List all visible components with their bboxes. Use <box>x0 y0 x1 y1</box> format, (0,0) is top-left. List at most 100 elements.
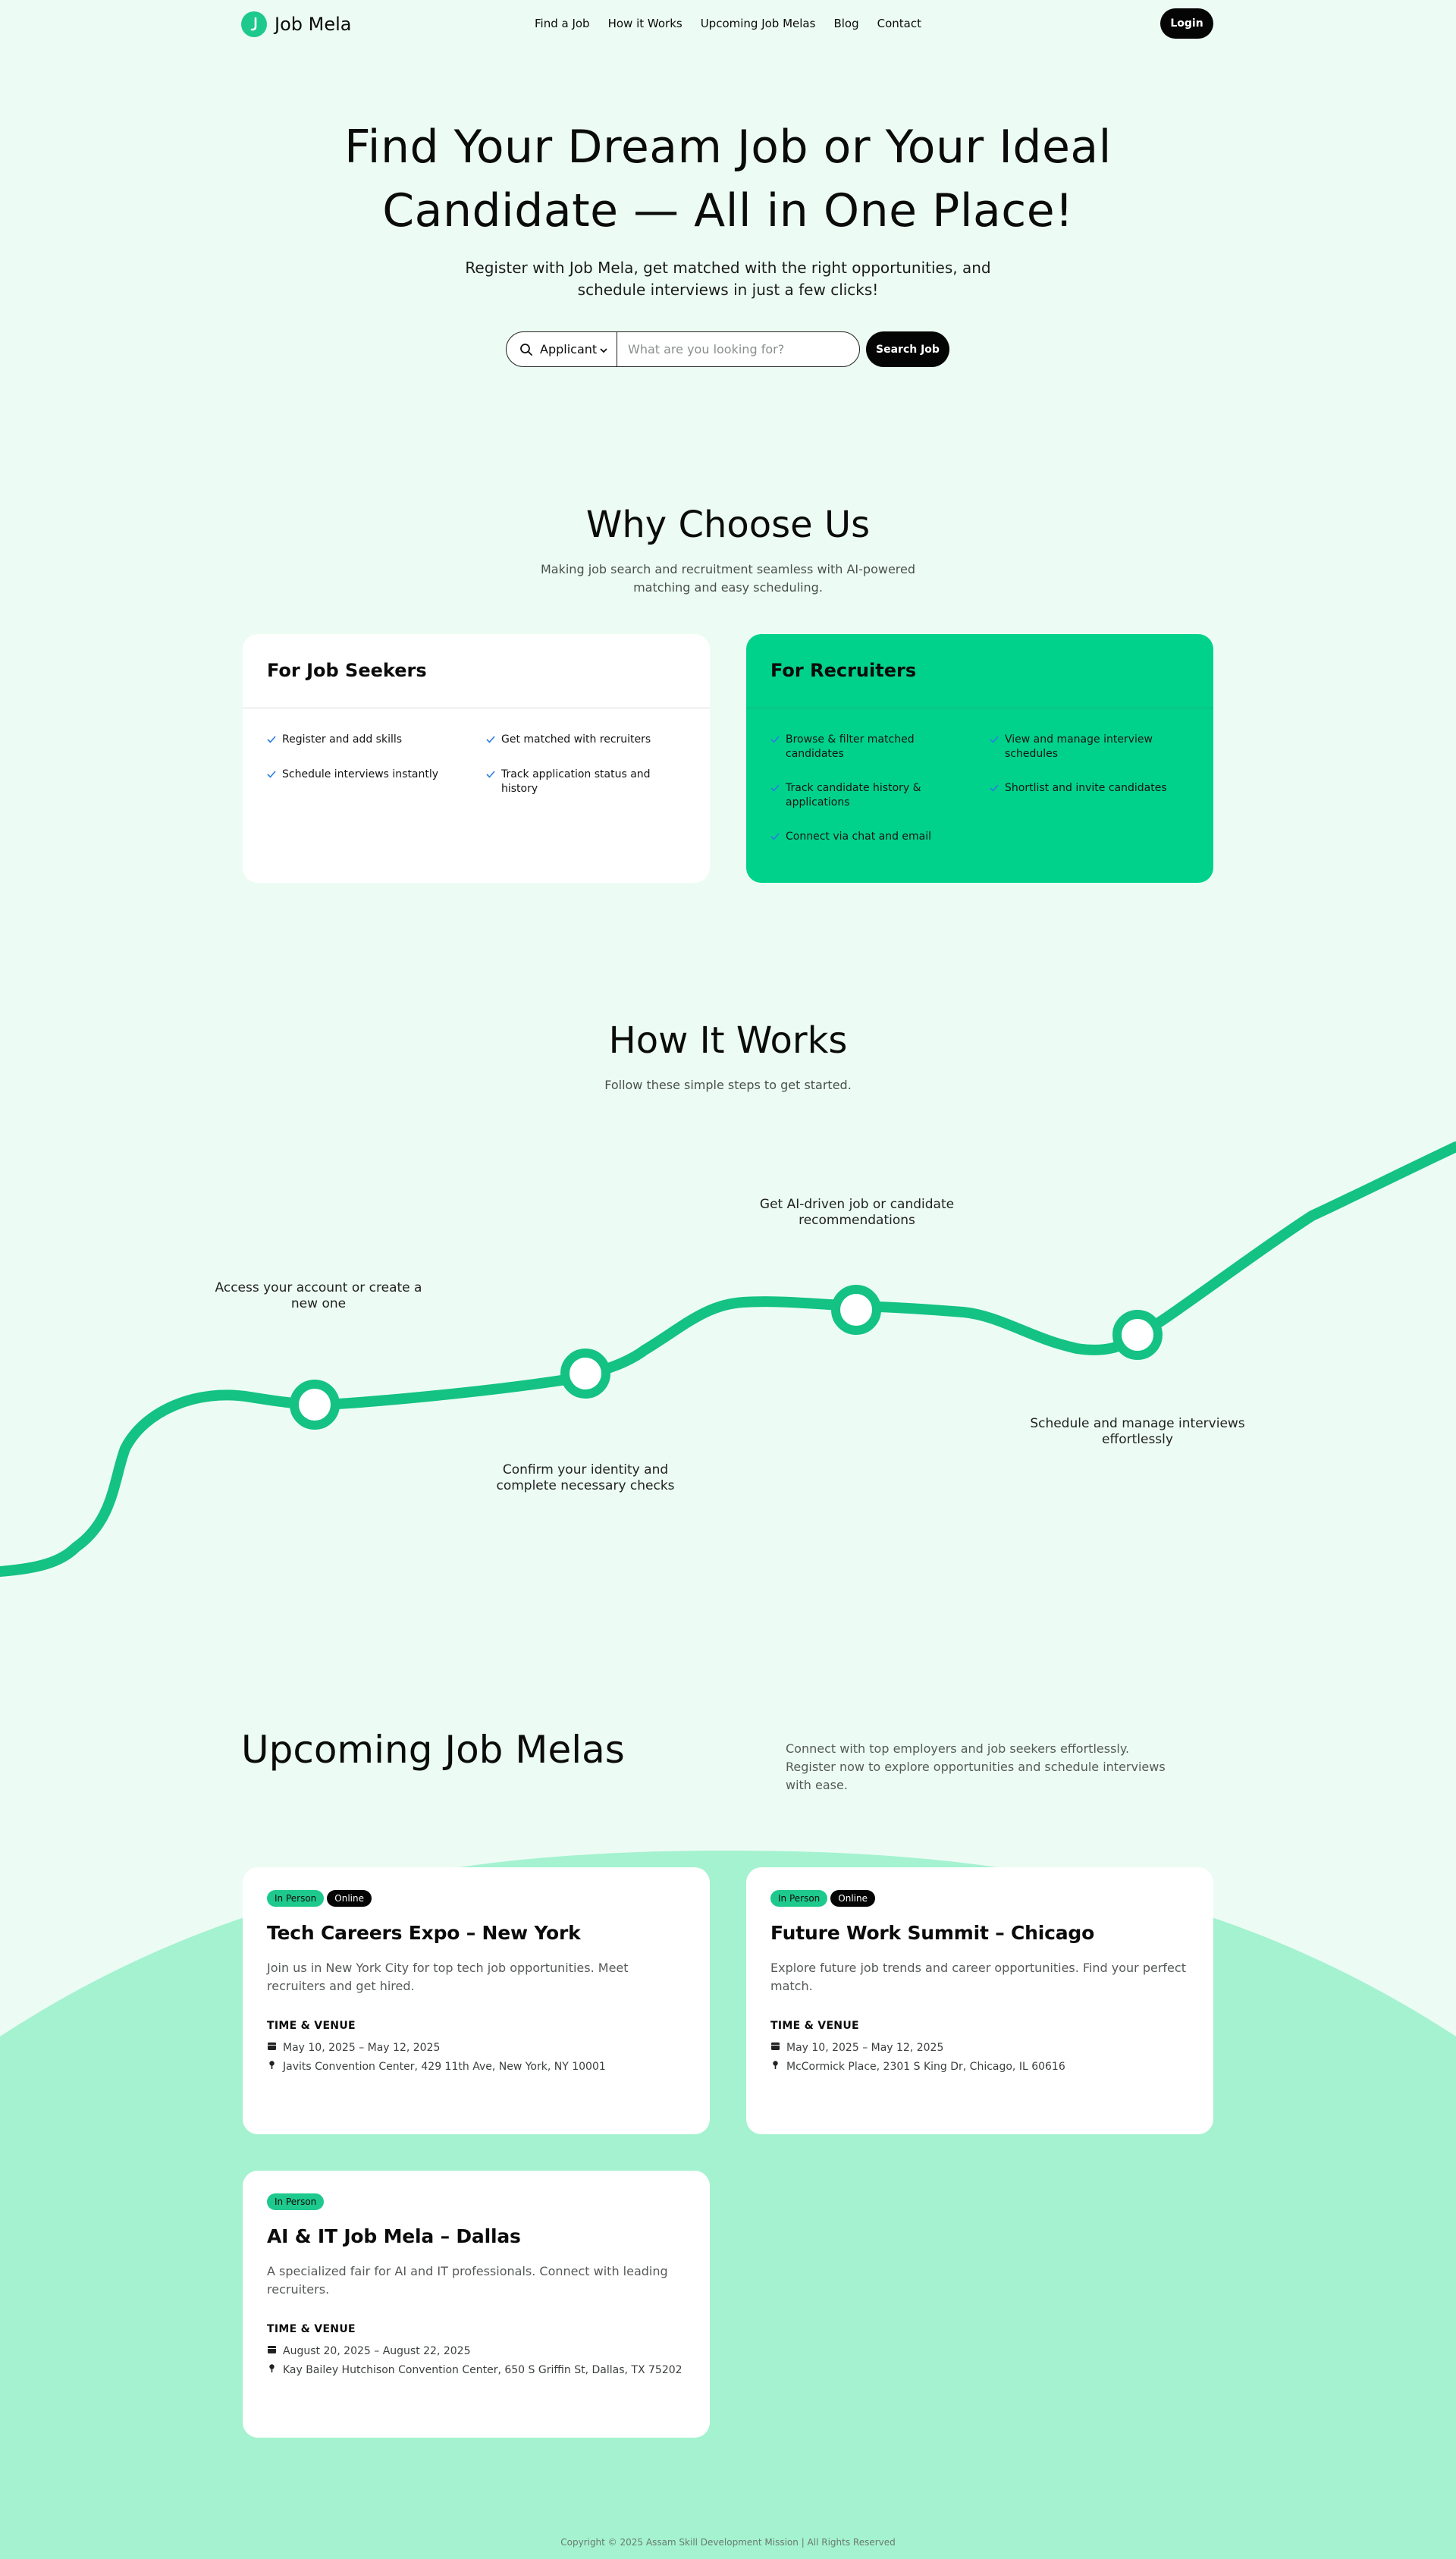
check-icon <box>990 733 999 761</box>
mela-card[interactable]: In Person Online Tech Careers Expo – New… <box>243 1867 710 2134</box>
feature-item: Schedule interviews instantly <box>267 768 466 796</box>
step-label-3: Get AI-driven job or candidate recommend… <box>759 1197 955 1228</box>
step-marker <box>560 1349 610 1399</box>
step-marker <box>831 1285 881 1335</box>
search-icon <box>507 343 537 356</box>
mela-card[interactable]: In Person Online Future Work Summit – Ch… <box>746 1867 1213 2134</box>
mela-description: Explore future job trends and career opp… <box>770 1961 1186 1993</box>
check-icon <box>486 733 495 748</box>
check-icon <box>770 830 780 845</box>
tag-in-person: In Person <box>770 1890 828 1907</box>
steps-path <box>0 1141 1456 1577</box>
mela-dates-text: May 10, 2025 – May 12, 2025 <box>786 2041 944 2054</box>
mela-venue-text: McCormick Place, 2301 S King Dr, Chicago… <box>786 2061 1065 2073</box>
mela-title: AI & IT Job Mela – Dallas <box>267 2225 521 2247</box>
nav-contact[interactable]: Contact <box>877 17 921 30</box>
mela-card[interactable]: In Person AI & IT Job Mela – Dallas A sp… <box>243 2171 710 2438</box>
feature-item: View and manage interview schedules <box>990 733 1189 761</box>
feature-text: Browse & filter matched candidates <box>786 733 915 760</box>
feature-text: Register and add skills <box>282 733 403 746</box>
calendar-icon <box>267 2344 277 2357</box>
check-icon <box>770 781 780 810</box>
tag-online: Online <box>327 1890 372 1907</box>
login-button[interactable]: Login <box>1160 8 1213 39</box>
feature-item: Register and add skills <box>267 733 466 748</box>
feature-item: Shortlist and invite candidates <box>990 781 1189 810</box>
mela-dates-text: August 20, 2025 – August 22, 2025 <box>283 2344 471 2357</box>
feature-item: Track candidate history & applications <box>770 781 970 810</box>
feature-text: Track application status and history <box>501 768 651 795</box>
feature-item: Connect via chat and email <box>770 830 970 845</box>
job-seekers-card: For Job Seekers Register and add skills … <box>243 634 710 883</box>
check-icon <box>770 733 780 761</box>
search-box: Applicant <box>506 331 860 367</box>
melas-title: Upcoming Job Melas <box>241 1728 625 1772</box>
check-icon <box>267 768 276 796</box>
recruiters-card-title: For Recruiters <box>746 634 1213 708</box>
chevron-down-icon <box>600 342 607 356</box>
hero-subtitle-line-1: Register with Job Mela, get matched with… <box>465 259 991 277</box>
step-marker <box>290 1380 340 1430</box>
nav-how-it-works[interactable]: How it Works <box>608 17 682 30</box>
recruiters-card: For Recruiters Browse & filter matched c… <box>746 634 1213 883</box>
why-subtitle-line-2: matching and easy scheduling. <box>633 580 823 595</box>
hero-subtitle: Register with Job Mela, get matched with… <box>425 257 1031 301</box>
role-select[interactable]: Applicant <box>537 332 617 366</box>
job-seekers-card-title: For Job Seekers <box>243 634 710 708</box>
why-subtitle-line-1: Making job search and recruitment seamle… <box>540 562 916 576</box>
feature-text: Shortlist and invite candidates <box>1005 782 1167 794</box>
hero-subtitle-line-2: schedule interviews in just a few clicks… <box>577 281 879 299</box>
location-pin-icon <box>267 2060 277 2074</box>
tag-online: Online <box>830 1890 876 1907</box>
tag-in-person: In Person <box>267 1890 325 1907</box>
mela-venue: Kay Bailey Hutchison Convention Center, … <box>267 2363 686 2377</box>
time-venue-label: TIME & VENUE <box>267 2323 356 2335</box>
step-label-4: Schedule and manage interviews effortles… <box>1030 1416 1245 1447</box>
nav-upcoming-melas[interactable]: Upcoming Job Melas <box>701 17 816 30</box>
location-pin-icon <box>770 2060 780 2074</box>
feature-item: Browse & filter matched candidates <box>770 733 970 761</box>
mela-dates: May 10, 2025 – May 12, 2025 <box>770 2041 1189 2054</box>
melas-description: Connect with top employers and job seeke… <box>786 1741 1166 1792</box>
mela-title: Tech Careers Expo – New York <box>267 1922 581 1944</box>
time-venue-label: TIME & VENUE <box>267 2020 356 2032</box>
mela-venue: Javits Convention Center, 429 11th Ave, … <box>267 2060 686 2074</box>
mela-venue: McCormick Place, 2301 S King Dr, Chicago… <box>770 2060 1189 2074</box>
check-icon <box>486 768 495 796</box>
check-icon <box>267 733 276 748</box>
feature-text: Connect via chat and email <box>786 830 932 843</box>
how-title: How It Works <box>608 1019 848 1062</box>
nav-blog[interactable]: Blog <box>833 17 858 30</box>
mela-venue-text: Javits Convention Center, 429 11th Ave, … <box>283 2061 606 2073</box>
step-label-2: Confirm your identity and complete neces… <box>496 1462 675 1493</box>
calendar-icon <box>267 2041 277 2054</box>
mela-dates: August 20, 2025 – August 22, 2025 <box>267 2344 686 2357</box>
tag-in-person: In Person <box>267 2193 325 2210</box>
search-input[interactable] <box>617 332 859 366</box>
feature-text: Get matched with recruiters <box>501 733 651 746</box>
time-venue-label: TIME & VENUE <box>770 2020 859 2032</box>
feature-text: View and manage interview schedules <box>1005 733 1153 760</box>
mela-description: Join us in New York City for top tech jo… <box>267 1961 629 1993</box>
calendar-icon <box>770 2041 780 2054</box>
feature-item: Track application status and history <box>486 768 686 796</box>
main-nav: Find a Job How it Works Upcoming Job Mel… <box>0 17 1456 30</box>
nav-find-job[interactable]: Find a Job <box>535 17 590 30</box>
feature-text: Track candidate history & applications <box>786 782 921 809</box>
mela-description: A specialized fair for AI and IT profess… <box>267 2264 668 2297</box>
mela-dates: May 10, 2025 – May 12, 2025 <box>267 2041 686 2054</box>
why-subtitle: Making job search and recruitment seamle… <box>500 560 956 597</box>
location-pin-icon <box>267 2363 277 2377</box>
step-label-1: Access your account or create a new one <box>215 1280 422 1311</box>
search-job-button[interactable]: Search Job <box>866 331 949 367</box>
role-select-value: Applicant <box>540 342 598 356</box>
feature-item: Get matched with recruiters <box>486 733 686 748</box>
step-marker <box>1112 1310 1163 1360</box>
hero-title: Find Your Dream Job or Your Ideal Candid… <box>0 115 1456 243</box>
how-subtitle: Follow these simple steps to get started… <box>604 1078 852 1092</box>
mela-venue-text: Kay Bailey Hutchison Convention Center, … <box>283 2364 682 2376</box>
why-title: Why Choose Us <box>585 504 871 546</box>
hero-title-line-2: Candidate — All in One Place! <box>382 184 1074 237</box>
mela-dates-text: May 10, 2025 – May 12, 2025 <box>283 2041 441 2054</box>
footer-copyright: Copyright © 2025 Assam Skill Development… <box>560 2537 896 2548</box>
